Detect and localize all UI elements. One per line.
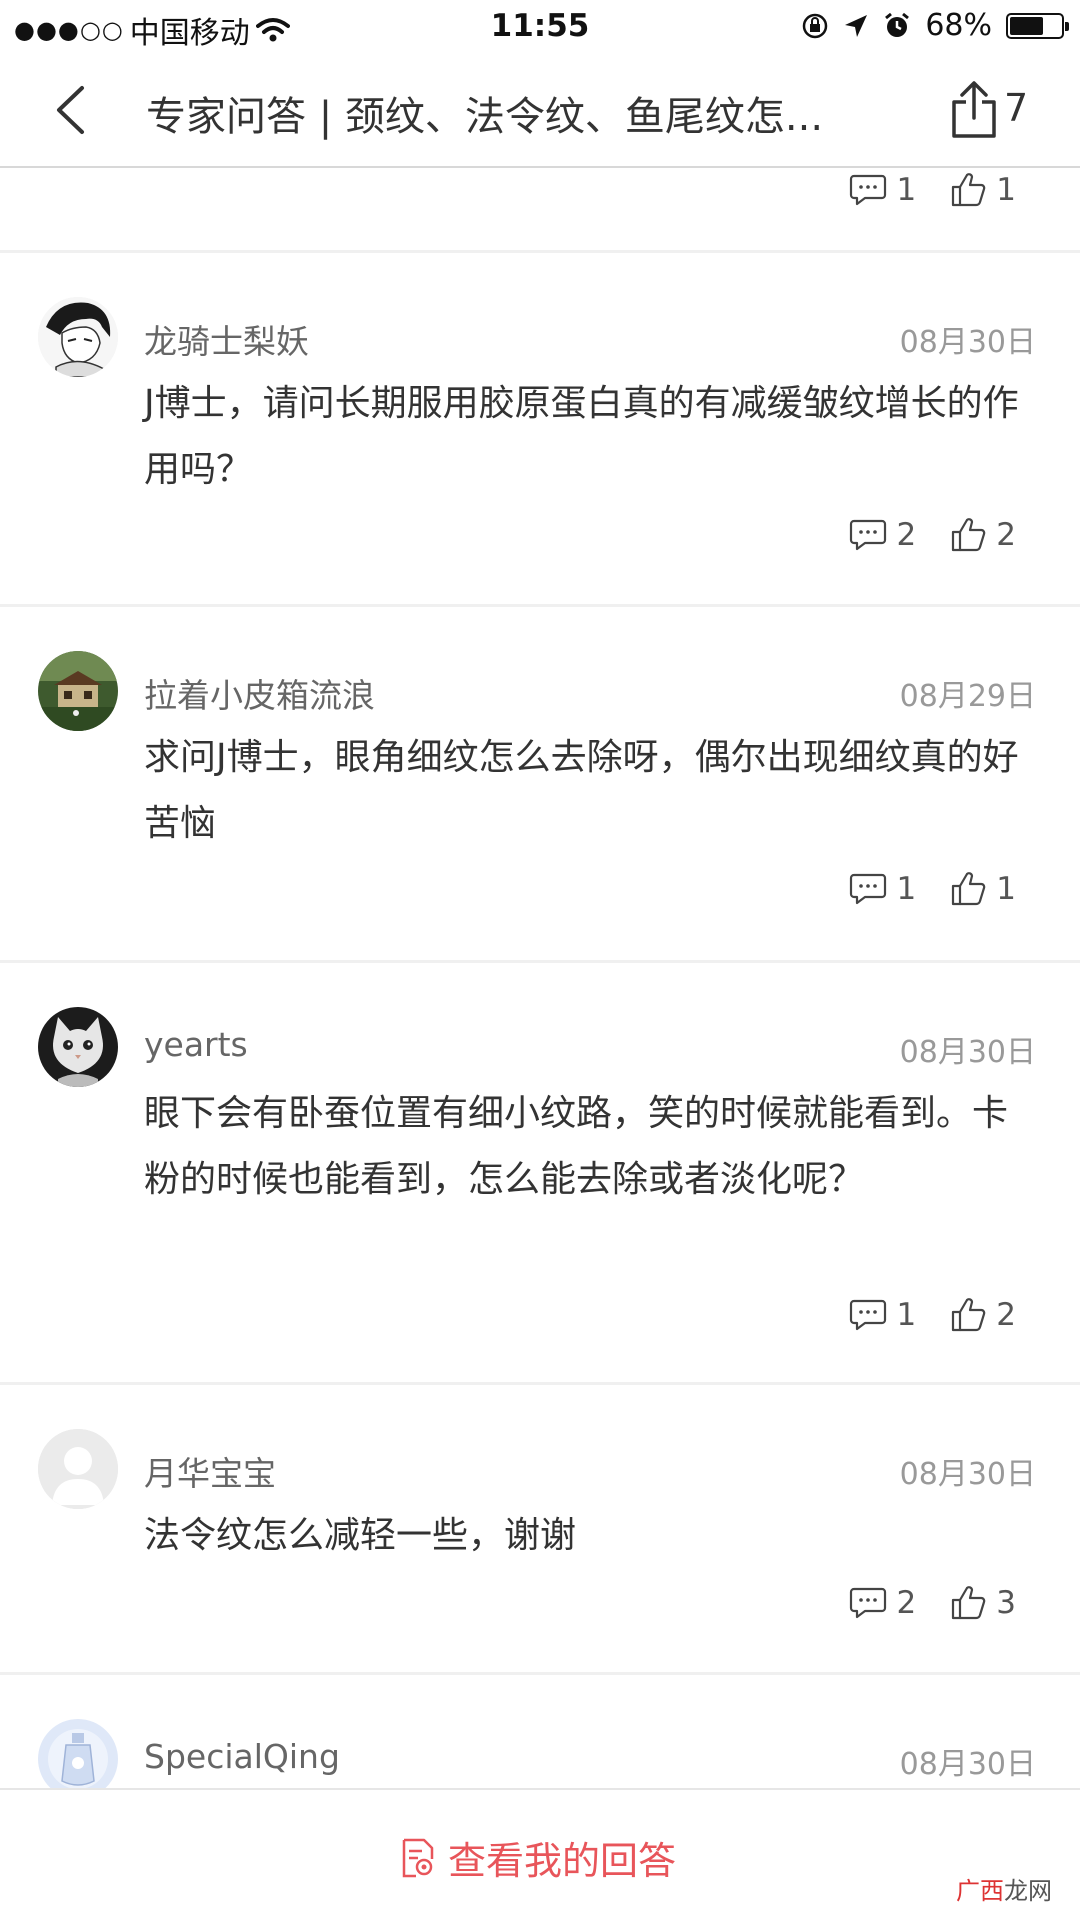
comment-item: 龙骑士梨妖 08月30日 J博士，请问长期服用胶原蛋白真的有减缓皱纹增长的作用吗…: [0, 253, 1080, 607]
manga-character-avatar[interactable]: [38, 297, 118, 377]
comment-date: 08月29日: [899, 679, 1036, 714]
username[interactable]: yearts: [144, 1025, 248, 1064]
like-count: 2: [996, 1297, 1016, 1333]
thumbs-up-icon: [952, 1298, 986, 1332]
glass-bottle-avatar[interactable]: [38, 1719, 118, 1788]
battery-icon: [1006, 12, 1069, 39]
comment-actions: 1 2: [849, 1293, 1016, 1337]
thumbs-up-icon: [952, 173, 986, 207]
reply-action[interactable]: 1: [849, 871, 917, 907]
comment-bubble-icon: [849, 174, 886, 206]
cat-photo-avatar[interactable]: [38, 1007, 118, 1087]
back-button[interactable]: [40, 80, 100, 140]
person-silhouette-icon: [38, 1429, 118, 1509]
comment-date: 08月30日: [899, 1457, 1036, 1492]
battery-percentage: 68%: [925, 8, 992, 43]
navigation-bar: 专家问答 | 颈纹、法令纹、鱼尾纹怎... 7: [0, 54, 1080, 168]
reply-count: 2: [896, 1585, 917, 1621]
watermark-black-text: 龙网: [1004, 1877, 1052, 1905]
thumbs-up-icon: [952, 1586, 986, 1620]
like-action[interactable]: 2: [950, 517, 1016, 553]
reply-action[interactable]: 1: [849, 172, 917, 208]
comment-date: 08月30日: [899, 325, 1036, 360]
comment-list[interactable]: 1 1 龙骑士梨妖 08月30日 J博士，请问长期服用胶原蛋白真的有减缓皱纹增长…: [0, 168, 1080, 1788]
like-count: 1: [996, 871, 1016, 907]
reply-action[interactable]: 2: [849, 1585, 917, 1621]
comment-text: J博士，请问长期服用胶原蛋白真的有减缓皱纹增长的作用吗？: [144, 383, 1019, 490]
like-action[interactable]: 3: [950, 1585, 1016, 1621]
share-count: 7: [1004, 86, 1029, 130]
avatar-image-icon: [38, 297, 118, 377]
reply-count: 1: [896, 172, 917, 208]
comment-text: 法令纹怎么减轻一些，谢谢: [144, 1515, 577, 1556]
bottom-bar: 查看我的回答 广西龙网: [0, 1788, 1080, 1920]
status-bar: ●●●○○ 中国移动 11:55 68%: [0, 0, 1080, 54]
comment-bubble-icon: [849, 1299, 886, 1331]
comment-date: 08月30日: [899, 1747, 1036, 1782]
comment-bubble-icon: [849, 1587, 886, 1619]
watermark-red-text: 广西: [956, 1877, 1004, 1905]
thumbs-up-icon: [952, 518, 986, 552]
house-photo-avatar[interactable]: [38, 651, 118, 731]
reply-count: 1: [896, 1297, 917, 1333]
view-my-answers-button[interactable]: 查看我的回答: [400, 1830, 676, 1885]
thumbs-up-icon: [952, 872, 986, 906]
status-right: 68%: [801, 8, 1069, 43]
location-arrow-icon: [845, 14, 868, 37]
username[interactable]: 月华宝宝: [144, 1447, 276, 1495]
comment-item: 拉着小皮箱流浪 08月29日 求问J博士，眼角细纹怎么去除呀，偶尔出现细纹真的好…: [0, 607, 1080, 961]
comment-item: yearts 08月30日 眼下会有卧蚕位置有细小纹路，笑的时候就能看到。卡粉的…: [0, 963, 1080, 1383]
username[interactable]: 龙骑士梨妖: [144, 315, 309, 363]
avatar-image-icon: [38, 1719, 118, 1788]
reply-action[interactable]: 2: [849, 517, 917, 553]
share-icon: [952, 81, 996, 138]
share-button[interactable]: [948, 80, 1000, 140]
like-count: 2: [996, 517, 1016, 553]
comment-item: SpecialQing 08月30日: [0, 1675, 1080, 1788]
comment-actions: 2 2: [849, 513, 1016, 557]
comment-actions: 1 1: [849, 867, 1016, 911]
avatar-image-icon: [38, 651, 118, 731]
default-avatar[interactable]: [38, 1429, 118, 1509]
comment-text: 求问J博士，眼角细纹怎么去除呀，偶尔出现细纹真的好苦恼: [144, 737, 1019, 844]
avatar-image-icon: [38, 1007, 118, 1087]
username[interactable]: 拉着小皮箱流浪: [144, 669, 375, 717]
comment-item: 月华宝宝 08月30日 法令纹怎么减轻一些，谢谢 2 3: [0, 1385, 1080, 1675]
rotation-lock-icon: [803, 13, 828, 38]
document-search-icon: [402, 1838, 434, 1877]
watermark: 广西龙网: [956, 1871, 1052, 1906]
battery-fill: [1010, 16, 1043, 35]
like-count: 3: [996, 1585, 1016, 1621]
like-count: 1: [996, 172, 1016, 208]
comment-bubble-icon: [849, 519, 886, 551]
comment-bubble-icon: [849, 873, 886, 905]
reply-count: 1: [896, 871, 917, 907]
comment-text: 眼下会有卧蚕位置有细小纹路，笑的时候就能看到。卡粉的时候也能看到，怎么能去除或者…: [144, 1093, 1009, 1200]
top-comment-actions: 1 1: [849, 168, 1016, 212]
like-action[interactable]: 1: [950, 871, 1016, 907]
page-title: 专家问答 | 颈纹、法令纹、鱼尾纹怎...: [146, 94, 824, 140]
chevron-left-icon: [57, 86, 84, 134]
comment-date: 08月30日: [899, 1035, 1036, 1070]
alarm-icon: [885, 12, 910, 37]
like-action[interactable]: 2: [950, 1297, 1016, 1333]
reply-count: 2: [896, 517, 917, 553]
comment-actions: 2 3: [849, 1581, 1016, 1625]
like-action[interactable]: 1: [950, 172, 1016, 208]
username[interactable]: SpecialQing: [144, 1737, 340, 1776]
view-my-answers-label: 查看我的回答: [448, 1839, 677, 1883]
reply-action[interactable]: 1: [849, 1297, 917, 1333]
